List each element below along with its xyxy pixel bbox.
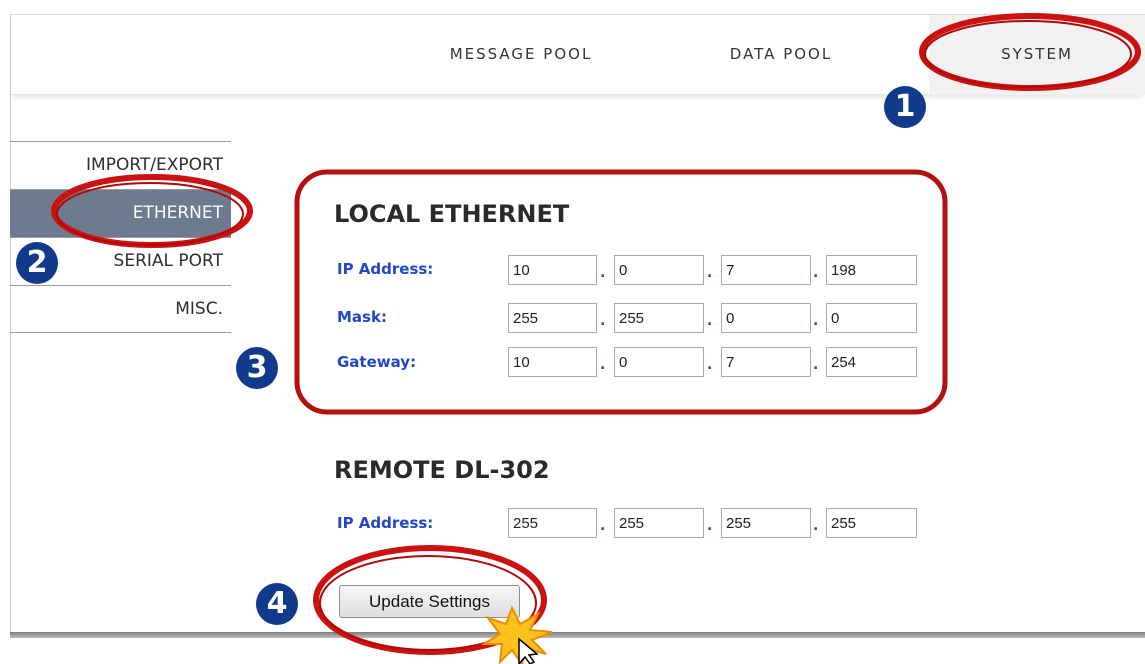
gateway-octet-1-input[interactable] [508,347,597,377]
step-badge-2: 2 [16,242,58,284]
remote-ip-octet-3-input[interactable] [721,508,811,538]
tab-message-pool[interactable]: MESSAGE POOL [411,15,631,95]
tab-data-pool[interactable]: DATA POOL [691,15,871,95]
gateway-octet-3-input[interactable] [721,347,811,377]
gateway-separator: . [600,357,606,373]
mask-label: Mask: [337,308,387,326]
mask-octet-4-input[interactable] [826,303,917,333]
gateway-octet-4-input[interactable] [826,347,917,377]
mask-octet-3-input[interactable] [721,303,811,333]
step-badge-1: 1 [884,86,926,128]
remote-ip-octet-2-input[interactable] [614,508,704,538]
gateway-separator: . [707,357,713,373]
top-nav-bar: MESSAGE POOL DATA POOL SYSTEM [11,15,1145,95]
ip-octet-3-input[interactable] [721,255,811,285]
ip-octet-2-input[interactable] [614,255,704,285]
mask-separator: . [813,313,819,329]
remote-ip-separator: . [813,518,819,534]
sidebar-item-misc[interactable]: MISC. [10,285,231,333]
remote-ip-octet-4-input[interactable] [826,508,917,538]
remote-ip-separator: . [600,518,606,534]
sidebar-item-ethernet[interactable]: ETHERNET [10,189,231,237]
sidebar: IMPORT/EXPORT ETHERNET SERIAL PORT MISC. [10,141,231,333]
ip-separator: . [600,265,606,281]
mask-octet-2-input[interactable] [614,303,704,333]
page-bottom-shadow [10,632,1145,638]
ip-octet-1-input[interactable] [508,255,597,285]
mask-separator: . [600,313,606,329]
sidebar-item-import-export[interactable]: IMPORT/EXPORT [10,141,231,189]
ip-separator: . [707,265,713,281]
gateway-octet-2-input[interactable] [614,347,704,377]
remote-dl302-title: REMOTE DL-302 [334,456,550,484]
remote-ip-separator: . [707,518,713,534]
ip-octet-4-input[interactable] [826,255,917,285]
local-ethernet-title: LOCAL ETHERNET [334,200,570,228]
ip-separator: . [813,265,819,281]
ip-address-label: IP Address: [337,260,434,278]
remote-ip-address-label: IP Address: [337,514,434,532]
gateway-label: Gateway: [337,353,417,371]
mask-octet-1-input[interactable] [508,303,597,333]
tab-system[interactable]: SYSTEM [929,15,1145,95]
mask-separator: . [707,313,713,329]
mouse-cursor-icon [518,637,539,664]
update-settings-button[interactable]: Update Settings [339,585,520,618]
remote-ip-octet-1-input[interactable] [508,508,597,538]
step-badge-4: 4 [256,583,298,625]
step-badge-3: 3 [236,347,278,389]
gateway-separator: . [813,357,819,373]
